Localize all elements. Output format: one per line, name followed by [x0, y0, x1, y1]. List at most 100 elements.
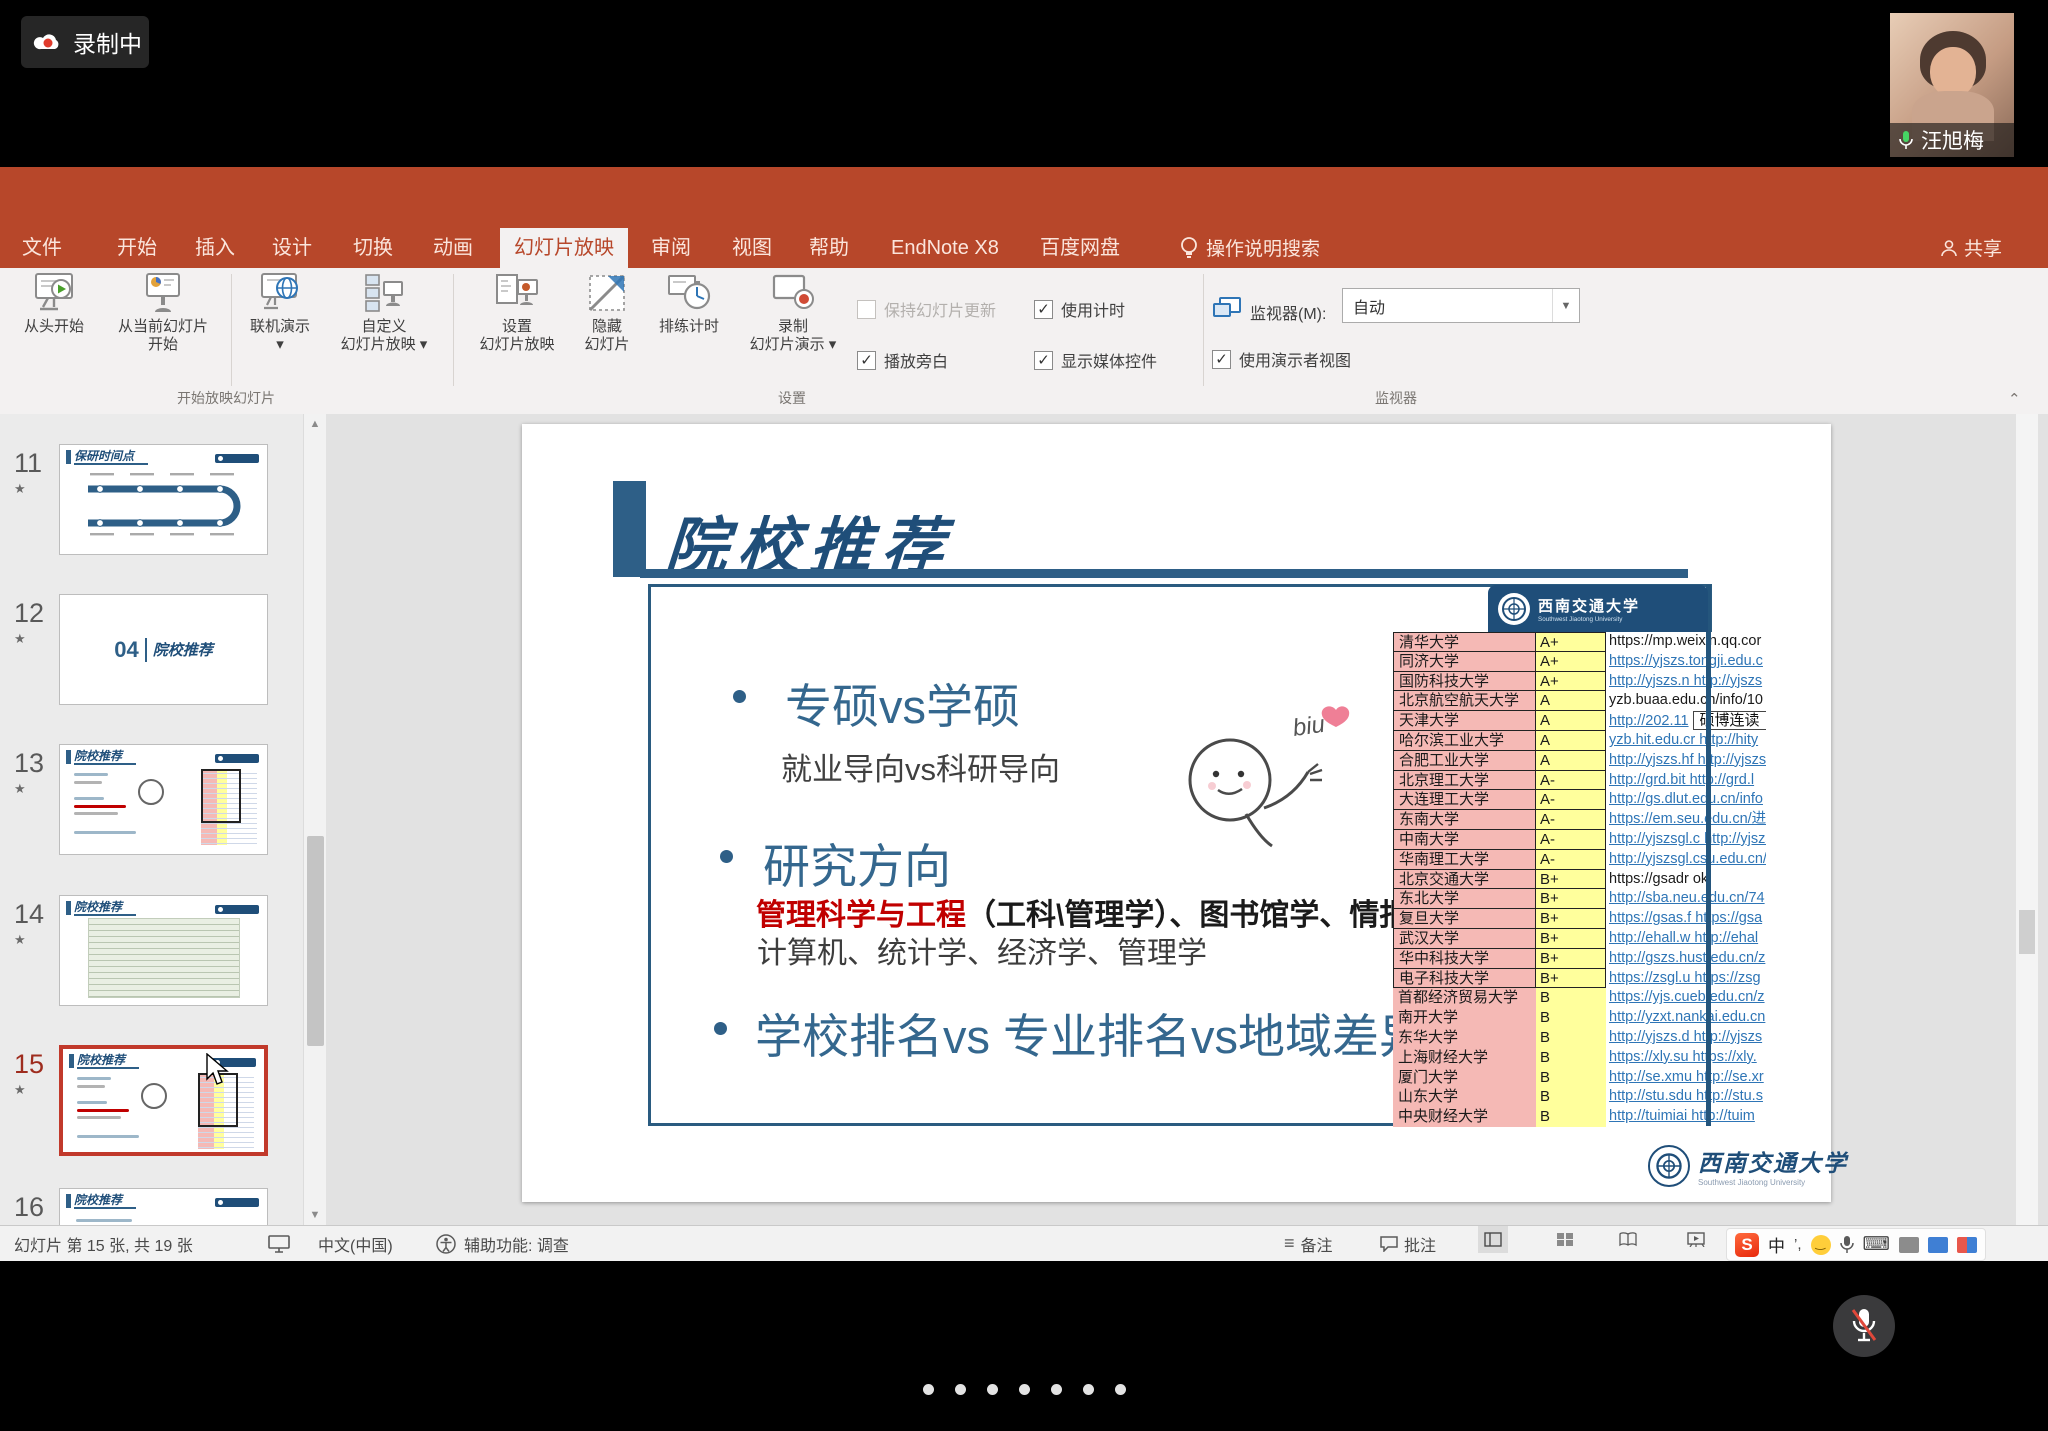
- record-cloud-icon: [33, 29, 63, 55]
- logo-school-name: 西南交通大学: [1698, 1144, 1848, 1178]
- tab-11[interactable]: EndNote X8: [877, 228, 1013, 268]
- ime-skin-icon[interactable]: [1957, 1237, 1977, 1253]
- checkbox-box[interactable]: [857, 300, 876, 319]
- checkbox-box[interactable]: ✓: [1034, 351, 1053, 370]
- page-dot-4[interactable]: [1019, 1384, 1030, 1395]
- university-link: http://yjszs.hf http://yjszs: [1606, 751, 1766, 771]
- ime-emoji-icon[interactable]: [1811, 1235, 1831, 1255]
- slide-sorter-view-button[interactable]: [1550, 1226, 1580, 1253]
- ime-keyboard-icon[interactable]: ⌨: [1863, 1233, 1890, 1256]
- university-grade: A+: [1536, 632, 1606, 652]
- present-online-button[interactable]: 联机演示 ▾: [236, 272, 324, 354]
- slideshow-view-button[interactable]: [1681, 1226, 1711, 1253]
- university-name: 南开大学: [1393, 1008, 1536, 1028]
- from-beginning-button[interactable]: 从头开始: [10, 272, 98, 336]
- page-dot-1[interactable]: [923, 1384, 934, 1395]
- university-grade: A-: [1536, 810, 1606, 830]
- reading-view-button[interactable]: [1613, 1226, 1643, 1253]
- share-button[interactable]: 共享: [1940, 234, 2002, 261]
- university-name: 合肥工业大学: [1393, 751, 1536, 771]
- thumbnail-title: 院校推荐: [74, 901, 136, 916]
- tab-4[interactable]: 设计: [258, 228, 326, 268]
- collapse-ribbon-chevron[interactable]: ⌃: [2008, 390, 2021, 408]
- slide-thumbnail-panel[interactable]: 11★保研时间点 12★04院校推荐13★院校推荐 14★院校推荐15★院校推荐…: [0, 414, 303, 1225]
- tab-1[interactable]: 文件: [8, 228, 76, 268]
- monitor-dropdown[interactable]: 自动 ▼: [1342, 288, 1580, 323]
- checkbox-播放旁白[interactable]: ✓ 播放旁白: [857, 348, 948, 372]
- tab-9[interactable]: 视图: [718, 228, 786, 268]
- camera-thumbnail[interactable]: 汪旭梅: [1890, 13, 2014, 157]
- scrollbar-thumb[interactable]: [307, 836, 324, 1046]
- page-dot-2[interactable]: [955, 1384, 966, 1395]
- page-dot-7[interactable]: [1115, 1384, 1126, 1395]
- setup-slideshow-button[interactable]: 设置 幻灯片放映: [464, 272, 570, 354]
- tell-me-search[interactable]: 操作说明搜索: [1180, 234, 1320, 261]
- canvas-scrollbar-thumb[interactable]: [2019, 910, 2035, 954]
- slide-number-status[interactable]: 幻灯片 第 15 张, 共 19 张: [14, 1226, 193, 1261]
- ime-share-icon[interactable]: [1928, 1237, 1948, 1253]
- slide-thumbnail-12[interactable]: 04院校推荐: [59, 594, 268, 705]
- checkbox-box[interactable]: ✓: [1212, 350, 1231, 369]
- accessibility-status[interactable]: 辅助功能: 调查: [464, 1226, 569, 1261]
- university-name: 国防科技大学: [1393, 672, 1536, 692]
- hide-slide-button[interactable]: 隐藏 幻灯片: [572, 272, 642, 354]
- checkbox-box[interactable]: ✓: [1034, 300, 1053, 319]
- university-link: https://gsas.f https://gsa: [1606, 909, 1766, 929]
- tab-10[interactable]: 帮助: [795, 228, 863, 268]
- page-dot-5[interactable]: [1051, 1384, 1062, 1395]
- ime-mode-chinese[interactable]: 中: [1768, 1232, 1785, 1257]
- university-name: 东华大学: [1393, 1028, 1536, 1048]
- tab-2[interactable]: 开始: [103, 228, 171, 268]
- page-dot-3[interactable]: [987, 1384, 998, 1395]
- university-link: http://stu.sdu http://stu.s: [1606, 1087, 1766, 1107]
- tab-12[interactable]: 百度网盘: [1026, 228, 1134, 268]
- from-current-slide-button[interactable]: 从当前幻灯片 开始: [100, 272, 226, 354]
- sticker-text: biu: [1291, 711, 1326, 742]
- ime-mic-icon[interactable]: [1840, 1235, 1854, 1255]
- page-dots[interactable]: [0, 1384, 2048, 1400]
- checkbox-保持幻灯片更新[interactable]: 保持幻灯片更新: [857, 297, 996, 321]
- display-settings-icon[interactable]: [268, 1226, 290, 1261]
- tab-8[interactable]: 审阅: [637, 228, 705, 268]
- scroll-up-arrow[interactable]: ▲: [304, 418, 326, 430]
- comment-icon: [1380, 1236, 1398, 1252]
- notes-toggle[interactable]: ≡ 备注: [1284, 1226, 1333, 1261]
- record-slideshow-button[interactable]: 录制 幻灯片演示 ▾: [733, 272, 853, 354]
- input-method-bar[interactable]: S 中 ’, ⌨: [1726, 1228, 1986, 1261]
- checkbox-使用演示者视图[interactable]: ✓使用演示者视图: [1212, 347, 1351, 371]
- checkbox-使用计时[interactable]: ✓使用计时: [1034, 297, 1125, 321]
- ime-toolbox-icon[interactable]: [1899, 1237, 1919, 1253]
- checkbox-显示媒体控件[interactable]: ✓显示媒体控件: [1034, 348, 1157, 372]
- ime-punctuation[interactable]: ’,: [1794, 1236, 1802, 1253]
- tab-6[interactable]: 动画: [419, 228, 487, 268]
- page-dot-6[interactable]: [1083, 1384, 1094, 1395]
- tab-5[interactable]: 切换: [339, 228, 407, 268]
- title-accent-bar: [613, 481, 646, 577]
- normal-view-button[interactable]: [1478, 1226, 1508, 1253]
- university-link: https://mp.weixin.qq.cor: [1606, 632, 1766, 652]
- tab-7[interactable]: 幻灯片放映: [500, 228, 628, 268]
- monitors-icon: [1212, 296, 1242, 322]
- microphone-on-icon: [1898, 130, 1914, 150]
- language-status[interactable]: 中文(中国): [318, 1226, 393, 1261]
- checkbox-label: 播放旁白: [884, 348, 948, 372]
- university-grade: A: [1536, 711, 1606, 731]
- slide-thumbnail-16[interactable]: 院校推荐: [59, 1188, 268, 1225]
- canvas-scrollbar[interactable]: [2016, 414, 2038, 1225]
- comments-toggle[interactable]: 批注: [1380, 1226, 1436, 1261]
- custom-slideshow-button[interactable]: 自定义 幻灯片放映 ▾: [326, 272, 442, 354]
- accessibility-icon[interactable]: [436, 1226, 456, 1261]
- slide-thumbnail-13[interactable]: 院校推荐: [59, 744, 268, 855]
- dropdown-arrow-icon[interactable]: ▼: [1552, 289, 1579, 322]
- tab-3[interactable]: 插入: [181, 228, 249, 268]
- scroll-down-arrow[interactable]: ▼: [304, 1209, 326, 1221]
- sogou-logo[interactable]: S: [1735, 1233, 1759, 1257]
- university-grade: B: [1536, 1087, 1606, 1107]
- mic-muted-button[interactable]: [1833, 1295, 1895, 1357]
- rehearse-timings-button[interactable]: 排练计时: [645, 272, 733, 336]
- slide-thumbnail-11[interactable]: 保研时间点: [59, 444, 268, 555]
- slide-thumbnail-14[interactable]: 院校推荐: [59, 895, 268, 1006]
- thumbnail-scrollbar[interactable]: ▲ ▼: [303, 414, 326, 1225]
- checkbox-box[interactable]: ✓: [857, 351, 876, 370]
- slide-thumbnail-15[interactable]: 院校推荐: [59, 1045, 268, 1156]
